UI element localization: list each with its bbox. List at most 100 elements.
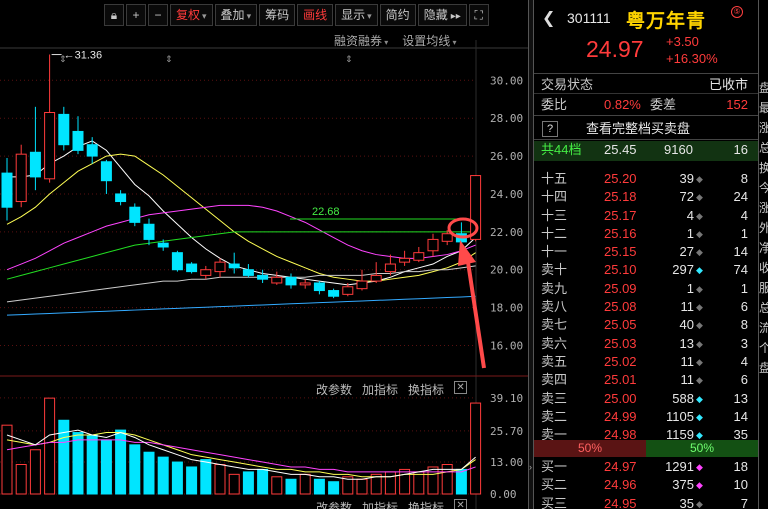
- side-info-label[interactable]: 最: [759, 98, 768, 118]
- book-price: 25.05: [604, 317, 637, 333]
- side-info-label[interactable]: 涨: [759, 198, 768, 218]
- order-diff-label: 委差: [650, 97, 677, 112]
- stock-header: ❮ 301111 粤万年青 ⑤ 24.97 +3.50 +16.30%: [534, 0, 758, 74]
- close-icon[interactable]: ✕: [454, 381, 468, 394]
- book-count: 7: [740, 495, 748, 509]
- book-marker-icon: ◆: [696, 174, 703, 184]
- book-volume: 11: [680, 372, 695, 388]
- switch-indicator-button[interactable]: 换指标: [408, 381, 444, 398]
- book-row[interactable]: 十二 25.16 1 ◆ 1: [534, 225, 758, 243]
- side-info-label[interactable]: 外: [759, 218, 768, 238]
- book-level-label: 卖二: [541, 408, 568, 424]
- book-row[interactable]: 卖六 25.03 13 ◆ 3: [534, 335, 758, 353]
- buy-ratio: 50%: [646, 440, 758, 457]
- order-ratio-value: 0.82%: [604, 97, 641, 112]
- book-row[interactable]: 十三 25.17 4 ◆ 4: [534, 207, 758, 225]
- book-row[interactable]: 卖四 25.01 11 ◆ 6: [534, 371, 758, 389]
- side-info-label[interactable]: 收: [759, 258, 768, 278]
- side-info-label[interactable]: 流: [759, 318, 768, 338]
- quote-panel: ❮ 301111 粤万年青 ⑤ 24.97 +3.50 +16.30% 交易状态…: [534, 0, 758, 509]
- book-count: 6: [740, 299, 748, 315]
- book-row[interactable]: 买三 24.95 35 ◆ 7: [534, 495, 758, 509]
- side-info-label[interactable]: 今: [759, 178, 768, 198]
- candle-body: [441, 233, 453, 242]
- close-icon-2[interactable]: ✕: [454, 499, 468, 509]
- book-marker-icon: ◆: [696, 192, 703, 203]
- book-row[interactable]: 卖八 25.08 11 ◆ 6: [534, 298, 758, 316]
- zoom-in-icon[interactable]: +: [126, 4, 146, 26]
- stock-badge: ⑤: [731, 6, 743, 18]
- back-arrow-icon[interactable]: ❮: [542, 8, 555, 28]
- simple-button[interactable]: 简约: [379, 4, 416, 26]
- volume-bar: [399, 468, 411, 495]
- side-info-label[interactable]: 盘: [759, 78, 768, 98]
- book-row[interactable]: 买二 24.96 375 ◆ 10: [534, 476, 758, 494]
- overlay-button[interactable]: 叠加: [214, 4, 258, 26]
- volume-bar: [15, 464, 27, 495]
- kline-chart-svg[interactable]: 30.00 28.00 26.00 24.00 22.00 20.00 18.00 16.00…: [0, 0, 528, 509]
- restore-button[interactable]: 复权: [170, 4, 213, 26]
- add-indicator-button[interactable]: 加指标: [362, 381, 398, 398]
- candle-body: [271, 276, 283, 284]
- zoom-out-icon[interactable]: −: [148, 4, 168, 26]
- stock-name[interactable]: 粤万年青: [626, 6, 706, 33]
- book-row[interactable]: 卖九 25.09 1 ◆ 1: [534, 280, 758, 298]
- price-axis-tick: 20.00: [490, 264, 523, 277]
- candle-body: [44, 112, 56, 180]
- full-book-link[interactable]: 查看完整档买卖盘: [586, 120, 690, 138]
- book-row[interactable]: 卖五 25.02 11 ◆ 4: [534, 353, 758, 371]
- book-volume: 11: [680, 299, 695, 315]
- total-levels-row: 共44档 25.45 9160 16: [534, 141, 758, 161]
- book-marker-icon: ◆: [696, 411, 703, 422]
- chips-button[interactable]: 筹码: [259, 4, 296, 26]
- book-row[interactable]: 卖十 25.10 297 ◆ 74: [534, 261, 758, 279]
- side-info-label[interactable]: 总: [759, 298, 768, 318]
- side-info-label[interactable]: 盘: [759, 358, 768, 378]
- side-info-label[interactable]: 净: [759, 238, 768, 258]
- hide-button[interactable]: 隐藏 ▸▸: [417, 4, 467, 26]
- collapse-arrow-icon[interactable]: ›: [529, 462, 532, 472]
- book-row[interactable]: 十五 25.20 39 ◆ 8: [534, 170, 758, 188]
- indicator-toolbar: 改参数 加指标 换指标 ✕: [316, 381, 468, 398]
- book-price: 25.03: [604, 335, 637, 351]
- margin-trading-button[interactable]: 融资融券: [334, 32, 388, 49]
- book-row[interactable]: 卖三 25.00 588 ◆ 13: [534, 390, 758, 408]
- switch-indicator-button-2[interactable]: 换指标: [408, 499, 444, 509]
- change-params-button[interactable]: 改参数: [316, 381, 352, 398]
- book-count: 14: [733, 408, 748, 424]
- fullscreen-icon[interactable]: ⛶: [468, 4, 489, 26]
- volume-bar: [171, 461, 183, 495]
- book-count: 1: [740, 280, 748, 296]
- book-row[interactable]: 买一 24.97 1291 ◆ 18: [534, 458, 758, 476]
- book-count: 3: [740, 335, 748, 351]
- book-price: 25.08: [604, 299, 637, 315]
- candle-body: [15, 153, 27, 203]
- ma-settings-button[interactable]: 设置均线: [402, 32, 456, 49]
- book-price: 24.95: [604, 495, 637, 509]
- draw-line-button[interactable]: 画线: [297, 4, 334, 26]
- side-info-label[interactable]: 涨: [759, 118, 768, 138]
- lock-icon[interactable]: 🔒︎: [104, 4, 124, 26]
- book-price: 25.18: [604, 189, 637, 205]
- book-row[interactable]: 十四 25.18 72 ◆ 24: [534, 188, 758, 206]
- book-row[interactable]: 卖七 25.05 40 ◆ 8: [534, 316, 758, 334]
- book-level-label: 卖四: [541, 372, 568, 388]
- volume-bar: [186, 466, 198, 495]
- display-button[interactable]: 显示: [335, 4, 378, 26]
- side-info-label[interactable]: 个: [759, 338, 768, 358]
- book-row[interactable]: 十一 25.15 27 ◆ 14: [534, 243, 758, 261]
- side-info-label[interactable]: 换: [759, 158, 768, 178]
- candle-body: [413, 252, 425, 261]
- kline-chart-area[interactable]: 30.00 28.00 26.00 24.00 22.00 20.00 18.00 16.00…: [0, 0, 528, 509]
- book-marker-icon: ◆: [696, 247, 703, 258]
- change-params-button-2[interactable]: 改参数: [316, 499, 352, 509]
- side-info-label[interactable]: 总: [759, 138, 768, 158]
- add-indicator-button-2[interactable]: 加指标: [362, 499, 398, 509]
- question-icon[interactable]: ?: [542, 121, 558, 137]
- volume-bar: [100, 439, 112, 495]
- book-volume: 1: [686, 225, 694, 241]
- book-marker-icon: ◆: [696, 498, 703, 509]
- full-book-row[interactable]: ? 查看完整档买卖盘: [534, 118, 758, 140]
- book-row[interactable]: 卖二 24.99 1105 ◆ 14: [534, 408, 758, 426]
- side-info-label[interactable]: 服: [759, 278, 768, 298]
